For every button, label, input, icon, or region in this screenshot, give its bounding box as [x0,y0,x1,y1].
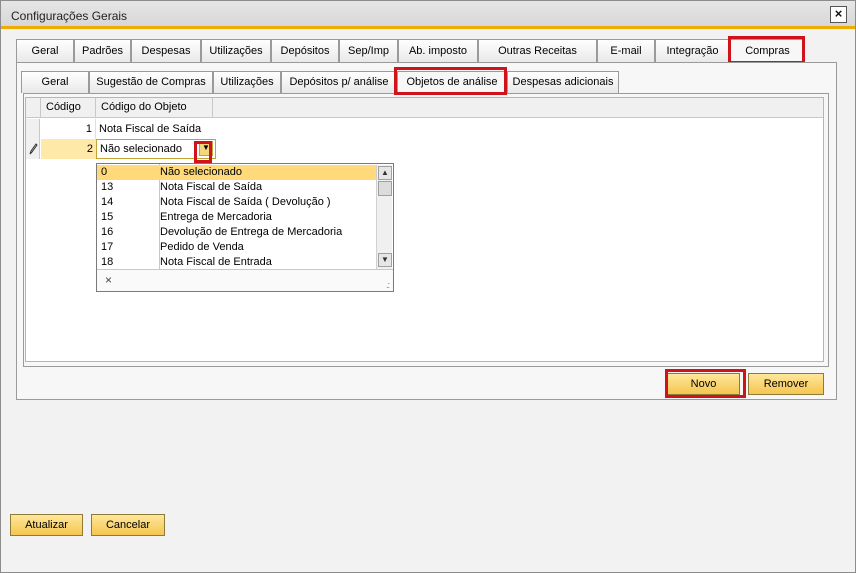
item-label: Entrega de Mercadoria [160,211,272,223]
pencil-icon [29,143,38,155]
item-code: 15 [101,211,114,223]
scrollbar-thumb[interactable] [378,181,392,196]
dropdown-scrollbar[interactable]: ▲ ▼ [376,165,392,269]
list-item[interactable]: 13 Nota Fiscal de Saída [97,180,377,195]
subtab-sugestao-compras[interactable]: Sugestão de Compras [89,71,213,93]
list-item[interactable]: 17 Pedido de Venda [97,240,377,255]
item-label: Não selecionado [160,166,242,178]
clear-icon[interactable]: × [105,273,112,287]
list-item[interactable]: 0 Não selecionado [97,165,377,180]
subtab-despesas-adicionais[interactable]: Despesas adicionais [507,71,619,93]
update-button[interactable]: Atualizar [10,514,83,536]
cell-code[interactable]: 2 [41,139,96,159]
column-header-codigo-objeto[interactable]: Código do Objeto [96,98,213,118]
subtab-geral[interactable]: Geral [21,71,89,93]
item-code: 14 [101,196,114,208]
subtab-depositos-analise[interactable]: Depósitos p/ análise [281,71,397,93]
close-button[interactable]: × [830,6,847,23]
tab-despesas[interactable]: Despesas [131,39,201,63]
tab-ab-imposto[interactable]: Ab. imposto [398,39,478,63]
cancel-button[interactable]: Cancelar [91,514,165,536]
tab-padroes[interactable]: Padrões [74,39,131,63]
tab-sep-imp[interactable]: Sep/Imp [339,39,398,63]
tab-depositos[interactable]: Depósitos [271,39,339,63]
settings-window: Configurações Gerais × Geral Padrões Des… [0,0,856,573]
item-label: Nota Fiscal de Saída ( Devolução ) [160,196,331,208]
remove-button[interactable]: Remover [748,373,824,395]
grid-header: Código Código do Objeto [26,98,823,118]
header-corner [26,98,41,118]
table-row[interactable]: 1 Nota Fiscal de Saída [26,119,823,139]
item-code: 16 [101,226,114,238]
cell-object[interactable]: Nota Fiscal de Saída [96,119,216,139]
item-label: Devolução de Entrega de Mercadoria [160,226,343,238]
object-dropdown-list[interactable]: 0 Não selecionado 13 Nota Fiscal de Saíd… [96,163,394,292]
window-title: Configurações Gerais [11,9,128,23]
dropdown-footer: × .: [97,269,393,291]
item-label: Pedido de Venda [160,241,244,253]
tab-integracao[interactable]: Integração [655,39,730,63]
list-item[interactable]: 14 Nota Fiscal de Saída ( Devolução ) [97,195,377,210]
tab-utilizacoes[interactable]: Utilizações [201,39,271,63]
scroll-up-icon[interactable]: ▲ [378,166,392,180]
object-select-field[interactable]: Não selecionado [96,139,216,159]
item-code: 13 [101,181,114,193]
subtab-objetos-analise[interactable]: Objetos de análise [397,71,507,94]
list-item[interactable]: 15 Entrega de Mercadoria [97,210,377,225]
item-label: Nota Fiscal de Entrada [160,256,272,268]
tab-compras[interactable]: Compras [730,39,805,64]
item-code: 18 [101,256,114,268]
column-header-codigo[interactable]: Código [41,98,96,118]
resize-grip-icon[interactable]: .: [386,280,390,290]
new-button[interactable]: Novo [667,373,740,395]
list-item[interactable]: 18 Nota Fiscal de Entrada [97,255,377,270]
item-label: Nota Fiscal de Saída [160,181,263,193]
chevron-down-icon[interactable]: ▼ [199,141,213,156]
scroll-down-icon[interactable]: ▼ [378,253,392,267]
table-row[interactable]: 2 Não selecionado ▼ [26,139,823,159]
list-item[interactable]: 16 Devolução de Entrega de Mercadoria [97,225,377,240]
tab-email[interactable]: E-mail [597,39,655,63]
item-code: 0 [101,166,108,178]
tab-geral[interactable]: Geral [16,39,74,63]
subtab-utilizacoes[interactable]: Utilizações [213,71,281,93]
row-indicator[interactable] [26,139,40,159]
item-code: 17 [101,241,114,253]
row-indicator[interactable] [26,119,40,139]
cell-code[interactable]: 1 [41,119,96,139]
tab-outras-receitas[interactable]: Outras Receitas [478,39,597,63]
title-bar: Configurações Gerais × [1,1,855,29]
